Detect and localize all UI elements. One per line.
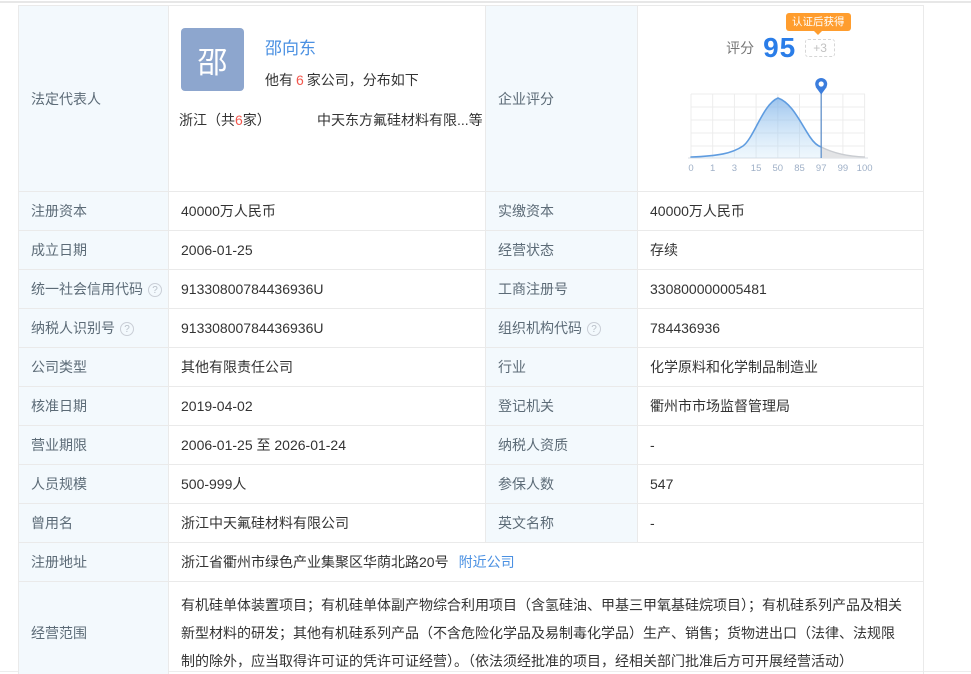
score-distribution-chart: 0 1 3 15 50 85 97 99 100 xyxy=(684,76,888,178)
table-row: 注册地址 浙江省衢州市绿色产业集聚区华荫北路20号附近公司 xyxy=(19,543,924,582)
value-paid-in-capital: 40000万人民币 xyxy=(638,192,924,231)
company-count: 6 xyxy=(296,72,304,88)
value-registered-capital: 40000万人民币 xyxy=(169,192,486,231)
score-line: 评分 95 +3 xyxy=(638,32,923,64)
value-registration-number: 330800000005481 xyxy=(638,270,924,309)
table-row: 成立日期 2006-01-25 经营状态 存续 xyxy=(19,231,924,270)
score-marker-pin xyxy=(815,78,827,95)
value-organization-code: 784436936 xyxy=(638,309,924,348)
svg-text:100: 100 xyxy=(857,163,873,174)
chart-axis-ticks: 0 1 3 15 50 85 97 99 100 xyxy=(688,163,872,174)
table-row: 注册资本 40000万人民币 实缴资本 40000万人民币 xyxy=(19,192,924,231)
company-distribution: 浙江（共6家） 中天东方氟硅材料有限...等 xyxy=(179,110,485,130)
table-row: 统一社会信用代码? 91330800784436936U 工商注册号 33080… xyxy=(19,270,924,309)
value-business-status: 存续 xyxy=(638,231,924,270)
value-taxpayer-id: 91330800784436936U xyxy=(169,309,486,348)
label-registration-number: 工商注册号 xyxy=(486,270,638,309)
value-registered-address: 浙江省衢州市绿色产业集聚区华荫北路20号附近公司 xyxy=(169,543,924,582)
score-label: 评分 xyxy=(726,38,754,58)
company-info-page: 法定代表人 邵 邵向东 他有6家公司，分布如下 浙江（共6家） 中天东方氟硅材料… xyxy=(0,0,971,674)
score-value: 95 xyxy=(763,32,796,64)
value-industry: 化学原料和化学制品制造业 xyxy=(638,348,924,387)
value-taxpayer-qualification: - xyxy=(638,426,924,465)
label-registered-address: 注册地址 xyxy=(19,543,169,582)
label-business-scope: 经营范围 xyxy=(19,582,169,674)
help-icon[interactable]: ? xyxy=(148,283,162,297)
label-organization-code: 组织机构代码? xyxy=(486,309,638,348)
label-enterprise-score: 企业评分 xyxy=(486,6,638,192)
svg-text:50: 50 xyxy=(773,163,784,174)
table-row: 纳税人识别号? 91330800784436936U 组织机构代码? 78443… xyxy=(19,309,924,348)
label-registration-authority: 登记机关 xyxy=(486,387,638,426)
value-credit-code: 91330800784436936U xyxy=(169,270,486,309)
value-registration-authority: 衢州市市场监督管理局 xyxy=(638,387,924,426)
label-taxpayer-qualification: 纳税人资质 xyxy=(486,426,638,465)
legal-representative-cell: 邵 邵向东 他有6家公司，分布如下 浙江（共6家） 中天东方氟硅材料有限...等 xyxy=(169,6,486,192)
label-business-term: 营业期限 xyxy=(19,426,169,465)
table-row: 核准日期 2019-04-02 登记机关 衢州市市场监督管理局 xyxy=(19,387,924,426)
nearby-companies-link[interactable]: 附近公司 xyxy=(459,554,515,570)
value-insured-count: 547 xyxy=(638,465,924,504)
label-former-name: 曾用名 xyxy=(19,504,169,543)
value-business-scope: 有机硅单体装置项目；有机硅单体副产物综合利用项目（含氢硅油、甲基三甲氧基硅烷项目… xyxy=(169,582,924,674)
label-registered-capital: 注册资本 xyxy=(19,192,169,231)
region-count: 浙江（共6家） xyxy=(179,110,309,130)
table-row: 人员规模 500-999人 参保人数 547 xyxy=(19,465,924,504)
svg-text:85: 85 xyxy=(794,163,805,174)
svg-text:15: 15 xyxy=(751,163,762,174)
top-divider xyxy=(0,1,971,3)
enterprise-score-cell: 认证后获得 评分 95 +3 xyxy=(638,6,924,192)
label-staff-size: 人员规模 xyxy=(19,465,169,504)
svg-text:97: 97 xyxy=(816,163,827,174)
value-business-term: 2006-01-25 至 2026-01-24 xyxy=(169,426,486,465)
label-paid-in-capital: 实缴资本 xyxy=(486,192,638,231)
table-row: 经营范围 有机硅单体装置项目；有机硅单体副产物综合利用项目（含氢硅油、甲基三甲氧… xyxy=(19,582,924,674)
score-delta-badge: +3 xyxy=(805,39,835,57)
table-row: 公司类型 其他有限责任公司 行业 化学原料和化学制品制造业 xyxy=(19,348,924,387)
table-row: 曾用名 浙江中天氟硅材料有限公司 英文名称 - xyxy=(19,504,924,543)
svg-text:3: 3 xyxy=(732,163,737,174)
value-english-name: - xyxy=(638,504,924,543)
label-taxpayer-id: 纳税人识别号? xyxy=(19,309,169,348)
label-credit-code: 统一社会信用代码? xyxy=(19,270,169,309)
svg-text:99: 99 xyxy=(838,163,849,174)
label-company-type: 公司类型 xyxy=(19,348,169,387)
label-establish-date: 成立日期 xyxy=(19,231,169,270)
label-industry: 行业 xyxy=(486,348,638,387)
label-legal-representative: 法定代表人 xyxy=(19,6,169,192)
certify-badge[interactable]: 认证后获得 xyxy=(786,13,851,31)
owned-companies-summary: 他有6家公司，分布如下 xyxy=(265,70,419,90)
label-english-name: 英文名称 xyxy=(486,504,638,543)
label-insured-count: 参保人数 xyxy=(486,465,638,504)
value-company-type: 其他有限责任公司 xyxy=(169,348,486,387)
avatar: 邵 xyxy=(181,28,244,91)
sample-company-name: 中天东方氟硅材料有限...等 xyxy=(317,110,483,130)
value-establish-date: 2006-01-25 xyxy=(169,231,486,270)
table-row: 法定代表人 邵 邵向东 他有6家公司，分布如下 浙江（共6家） 中天东方氟硅材料… xyxy=(19,6,924,192)
help-icon[interactable]: ? xyxy=(120,322,134,336)
label-approval-date: 核准日期 xyxy=(19,387,169,426)
value-approval-date: 2019-04-02 xyxy=(169,387,486,426)
label-business-status: 经营状态 xyxy=(486,231,638,270)
value-former-name: 浙江中天氟硅材料有限公司 xyxy=(169,504,486,543)
value-staff-size: 500-999人 xyxy=(169,465,486,504)
svg-text:0: 0 xyxy=(688,163,693,174)
table-row: 营业期限 2006-01-25 至 2026-01-24 纳税人资质 - xyxy=(19,426,924,465)
help-icon[interactable]: ? xyxy=(587,322,601,336)
legal-representative-link[interactable]: 邵向东 xyxy=(265,34,316,59)
company-info-table: 法定代表人 邵 邵向东 他有6家公司，分布如下 浙江（共6家） 中天东方氟硅材料… xyxy=(18,5,924,674)
svg-text:1: 1 xyxy=(710,163,715,174)
